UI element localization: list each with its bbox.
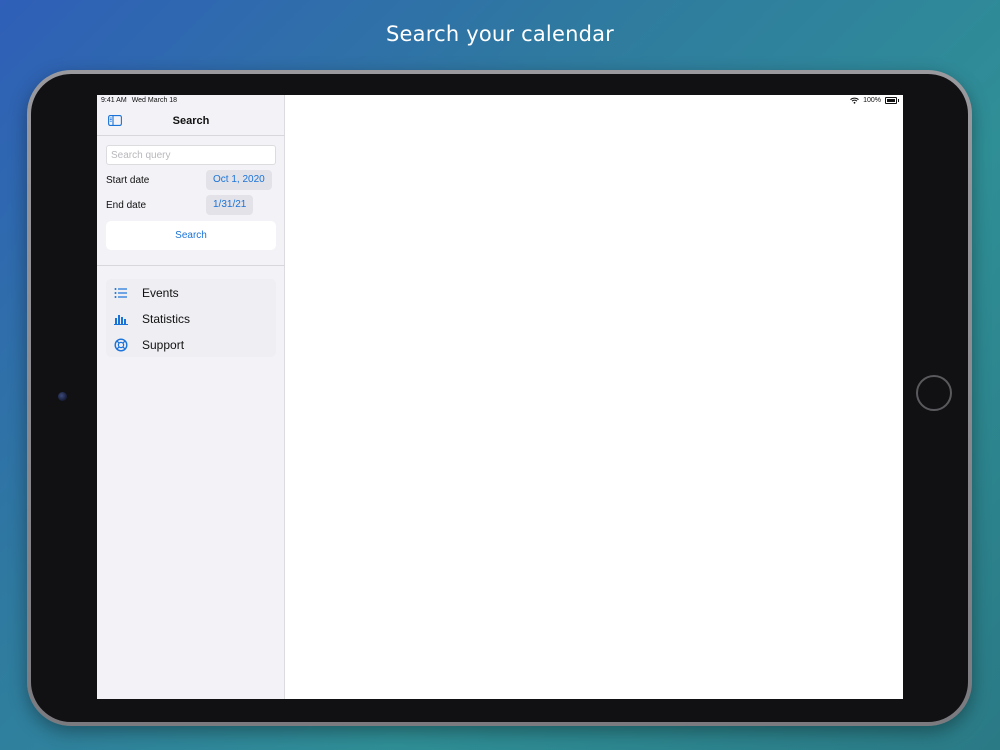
- home-button[interactable]: [916, 375, 952, 411]
- search-button[interactable]: Search: [106, 221, 276, 250]
- bar-chart-icon: [114, 312, 128, 326]
- start-date-picker[interactable]: Oct 1, 2020: [206, 170, 272, 190]
- status-time: 9:41 AM: [101, 97, 127, 104]
- headline: Search your calendar: [385, 22, 615, 46]
- device-screen: 9:41 AM Wed March 18 Search Start date Oc…: [97, 95, 903, 699]
- status-bar-right: 100%: [850, 97, 899, 104]
- list-icon: [114, 286, 128, 300]
- end-date-label: End date: [106, 200, 147, 211]
- sidebar-item-label: Support: [142, 338, 185, 352]
- end-date-picker[interactable]: 1/31/21: [206, 195, 254, 215]
- sidebar-item-statistics[interactable]: Statistics: [106, 307, 276, 331]
- status-date: Wed March 18: [131, 97, 178, 104]
- start-date-label: Start date: [106, 175, 150, 186]
- search-input[interactable]: [106, 145, 276, 165]
- sidebar-item-label: Events: [142, 286, 179, 300]
- sidebar-item-support[interactable]: Support: [106, 333, 276, 357]
- page-title: Search: [172, 115, 210, 127]
- sidebar-item-events[interactable]: Events: [106, 281, 276, 305]
- sidebar-nav-list: Events Statistics Support: [106, 279, 276, 357]
- sidebar-item-label: Statistics: [142, 312, 191, 326]
- lifebuoy-icon: [114, 338, 128, 352]
- sidebar: 9:41 AM Wed March 18 Search Start date Oc…: [97, 95, 285, 699]
- wifi-icon: [850, 97, 859, 104]
- battery-icon: [885, 97, 899, 104]
- front-camera: [58, 392, 67, 401]
- status-bar-left: 9:41 AM Wed March 18: [101, 97, 182, 104]
- sidebar-nav-bar: Search: [97, 107, 285, 136]
- divider: [97, 265, 285, 266]
- battery-percentage: 100%: [863, 97, 881, 104]
